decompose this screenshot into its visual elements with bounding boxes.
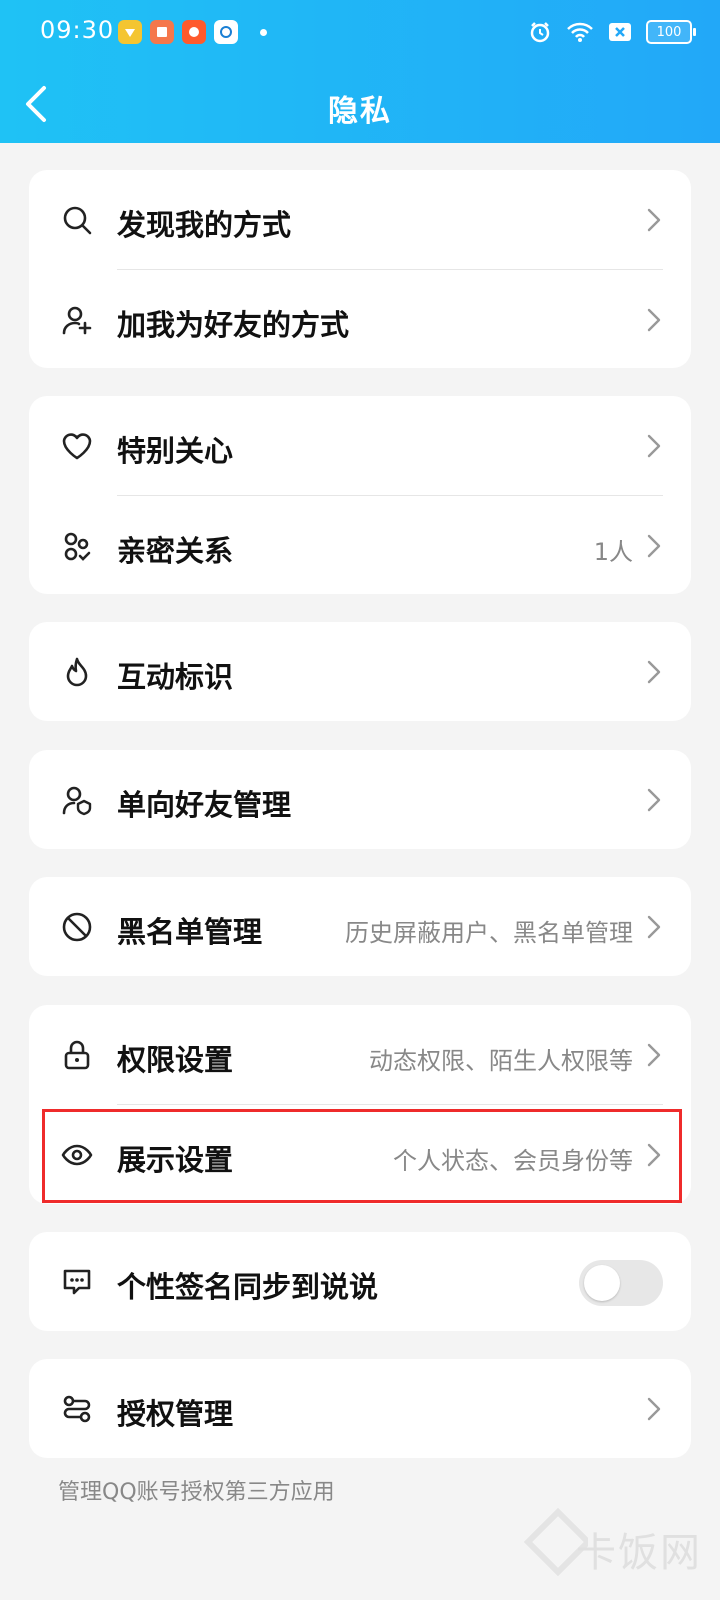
chevron-right-icon <box>647 1143 661 1167</box>
row-value: 个人状态、会员身份等 <box>393 1147 633 1175</box>
row-authorization[interactable]: 授权管理 <box>29 1359 691 1459</box>
more-notifications-dot <box>260 28 267 36</box>
app-notification-icon <box>118 20 142 44</box>
chevron-right-icon <box>647 915 661 939</box>
chevron-right-icon <box>647 660 661 684</box>
lock-icon <box>64 1040 90 1070</box>
status-time: 09:30 <box>40 16 115 44</box>
card-discovery: 发现我的方式 加我为好友的方式 <box>29 170 691 368</box>
signature-sync-toggle[interactable] <box>579 1260 663 1306</box>
row-label: 展示设置 <box>117 1143 234 1177</box>
row-label: 特别关心 <box>117 434 234 468</box>
row-blacklist[interactable]: 黑名单管理 历史屏蔽用户、黑名单管理 <box>29 877 691 977</box>
search-icon <box>63 206 92 235</box>
user-shield-icon <box>62 786 92 816</box>
authorization-footnote: 管理QQ账号授权第三方应用 <box>58 1480 335 1505</box>
block-icon <box>62 912 92 942</box>
intimate-relationship-icon <box>64 532 91 561</box>
row-label: 亲密关系 <box>117 534 234 568</box>
wifi-icon <box>567 22 593 42</box>
add-user-icon <box>62 306 92 335</box>
row-label: 授权管理 <box>117 1397 234 1431</box>
video-notification-icon <box>182 20 206 44</box>
battery-indicator: 100 <box>646 20 696 44</box>
page-title: 隐私 <box>328 94 392 129</box>
top-bar: 09:30 100 隐私 <box>0 0 720 143</box>
row-value: 历史屏蔽用户、黑名单管理 <box>345 919 633 947</box>
card-interaction: 互动标识 <box>29 622 691 721</box>
status-bar: 09:30 100 <box>0 0 720 64</box>
row-label: 单向好友管理 <box>117 788 292 822</box>
row-one-way-friend[interactable]: 单向好友管理 <box>29 750 691 850</box>
row-label: 权限设置 <box>117 1043 234 1077</box>
browser-notification-icon <box>214 20 238 44</box>
row-value: 1人 <box>593 538 633 566</box>
chevron-right-icon <box>647 308 661 332</box>
status-right: 100 <box>528 20 696 44</box>
card-blacklist: 黑名单管理 历史屏蔽用户、黑名单管理 <box>29 877 691 976</box>
card-one-way: 单向好友管理 <box>29 750 691 849</box>
notification-icons <box>118 20 267 44</box>
watermark-text: 卡饭网 <box>576 1530 702 1576</box>
card-authorization: 授权管理 <box>29 1359 691 1458</box>
flame-icon <box>66 657 88 687</box>
row-label: 加我为好友的方式 <box>117 308 350 342</box>
row-special-care[interactable]: 特别关心 <box>29 396 691 496</box>
row-intimate-relationship[interactable]: 亲密关系 1人 <box>29 496 691 596</box>
row-label: 黑名单管理 <box>117 915 263 949</box>
sim-icon <box>609 23 631 41</box>
row-label: 发现我的方式 <box>117 208 292 242</box>
chevron-right-icon <box>647 208 661 232</box>
battery-level: 100 <box>656 24 682 40</box>
alarm-icon <box>530 22 550 43</box>
chevron-right-icon <box>647 1397 661 1421</box>
card-permissions: 权限设置 动态权限、陌生人权限等 展示设置 个人状态、会员身份等 <box>29 1005 691 1204</box>
row-permission-settings[interactable]: 权限设置 动态权限、陌生人权限等 <box>29 1005 691 1105</box>
chevron-right-icon <box>647 1043 661 1067</box>
chevron-right-icon <box>647 788 661 812</box>
card-signature-sync: 个性签名同步到说说 <box>29 1232 691 1331</box>
row-add-friend-method[interactable]: 加我为好友的方式 <box>29 270 691 370</box>
row-label: 个性签名同步到说说 <box>117 1270 379 1304</box>
row-value: 动态权限、陌生人权限等 <box>369 1047 633 1075</box>
row-display-settings[interactable]: 展示设置 个人状态、会员身份等 <box>29 1105 691 1205</box>
authorization-icon <box>63 1395 91 1423</box>
navigation-bar: 隐私 <box>0 64 720 143</box>
book-notification-icon <box>150 20 174 44</box>
chevron-right-icon <box>647 434 661 458</box>
chevron-right-icon <box>647 534 661 558</box>
eye-icon <box>61 1144 93 1166</box>
toggle-knob <box>584 1265 620 1301</box>
row-label: 互动标识 <box>117 660 234 694</box>
row-discover-me[interactable]: 发现我的方式 <box>29 170 691 270</box>
watermark: 卡饭网 <box>518 1498 708 1588</box>
heart-icon <box>62 433 92 460</box>
row-signature-sync: 个性签名同步到说说 <box>29 1232 691 1332</box>
row-interaction-mark[interactable]: 互动标识 <box>29 622 691 722</box>
message-icon <box>63 1269 91 1295</box>
card-relationships: 特别关心 亲密关系 1人 <box>29 396 691 594</box>
